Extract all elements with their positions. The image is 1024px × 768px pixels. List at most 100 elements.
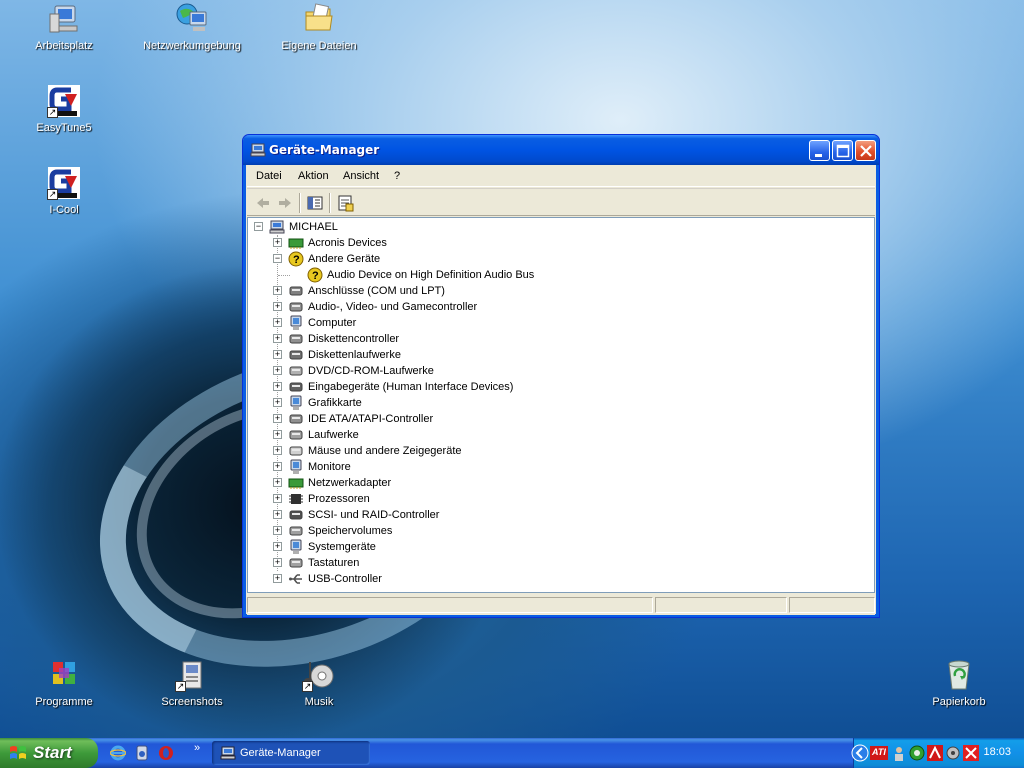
tree-item-label[interactable]: Monitore bbox=[308, 459, 351, 475]
tree-item-label[interactable]: Speichervolumes bbox=[308, 523, 392, 539]
tree-expander[interactable]: + bbox=[273, 398, 282, 407]
tree-item-label[interactable]: Acronis Devices bbox=[308, 235, 387, 251]
avira-icon[interactable] bbox=[963, 745, 979, 761]
tree-item-label[interactable]: Eingabegeräte (Human Interface Devices) bbox=[308, 379, 513, 395]
back-icon bbox=[257, 198, 269, 208]
tree-item-label[interactable]: Grafikkarte bbox=[308, 395, 362, 411]
minimize-button[interactable] bbox=[809, 140, 830, 161]
computer-icon bbox=[269, 219, 285, 235]
display-adapter-icon bbox=[288, 395, 304, 411]
desktop-icon-arbeitsplatz[interactable]: Arbeitsplatz bbox=[9, 2, 119, 53]
tree-item-label[interactable]: Mäuse und andere Zeigegeräte bbox=[308, 443, 462, 459]
properties-button[interactable] bbox=[335, 193, 355, 213]
processor-icon bbox=[288, 491, 304, 507]
taskbar-button-label: Geräte-Manager bbox=[240, 747, 321, 759]
tree-expander[interactable]: − bbox=[273, 254, 282, 263]
antivir-icon[interactable] bbox=[927, 745, 943, 761]
status-panel-3 bbox=[789, 597, 875, 613]
quicklaunch-opera[interactable] bbox=[158, 745, 174, 761]
tree-expander[interactable]: + bbox=[273, 382, 282, 391]
computer-icon bbox=[288, 315, 304, 331]
desktop-icon-papierkorb[interactable]: Papierkorb bbox=[904, 658, 1014, 709]
menu-aktion[interactable]: Aktion bbox=[298, 170, 329, 182]
tree-expander[interactable]: + bbox=[273, 462, 282, 471]
tree-expander[interactable]: + bbox=[273, 494, 282, 503]
keyboard-icon bbox=[288, 555, 304, 571]
maximize-button[interactable] bbox=[832, 140, 853, 161]
menu-ansicht[interactable]: Ansicht bbox=[343, 170, 379, 182]
tree-item-label[interactable]: Diskettenlaufwerke bbox=[308, 347, 401, 363]
speaker-icon[interactable] bbox=[945, 745, 961, 761]
root-collapse-toggle[interactable]: − bbox=[254, 222, 263, 231]
desktop-icon-eigene-dateien[interactable]: Eigene Dateien bbox=[264, 2, 374, 53]
tree-expander[interactable]: + bbox=[273, 318, 282, 327]
tree-expander[interactable]: + bbox=[273, 510, 282, 519]
quicklaunch-overflow[interactable]: » bbox=[194, 742, 200, 754]
programs-folder-icon bbox=[47, 658, 81, 692]
tree-expander[interactable]: + bbox=[273, 542, 282, 551]
floppy-controller-icon bbox=[288, 331, 304, 347]
tree-expander[interactable]: + bbox=[273, 350, 282, 359]
tree-expander[interactable]: + bbox=[273, 478, 282, 487]
quicklaunch-internet-explorer[interactable] bbox=[109, 745, 127, 761]
tree-expander[interactable]: + bbox=[273, 334, 282, 343]
tree-item-label[interactable]: Audio-, Video- und Gamecontroller bbox=[308, 299, 477, 315]
tree-expander[interactable]: + bbox=[273, 286, 282, 295]
desktop-icon-screenshots[interactable]: ↗ Screenshots bbox=[137, 658, 247, 709]
scsi-icon bbox=[288, 507, 304, 523]
tree-expander[interactable]: + bbox=[273, 526, 282, 535]
tree-expander[interactable]: + bbox=[273, 238, 282, 247]
tree-expander[interactable]: + bbox=[273, 574, 282, 583]
ide-controller-icon bbox=[288, 411, 304, 427]
tree-item-label[interactable]: Systemgeräte bbox=[308, 539, 376, 555]
desktop-icon-netzwerkumgebung[interactable]: Netzwerkumgebung bbox=[137, 2, 247, 53]
toolbar-separator bbox=[299, 193, 301, 213]
tree-expander[interactable]: + bbox=[273, 414, 282, 423]
shortcut-arrow-icon: ↗ bbox=[175, 681, 186, 692]
tree-expander[interactable]: + bbox=[273, 430, 282, 439]
tree-item-label[interactable]: Tastaturen bbox=[308, 555, 359, 571]
tree-item-label[interactable]: Prozessoren bbox=[308, 491, 370, 507]
tree-item-label[interactable]: Anschlüsse (COM und LPT) bbox=[308, 283, 445, 299]
tree-item-label[interactable]: USB-Controller bbox=[308, 571, 382, 587]
ati-icon[interactable]: ATI bbox=[870, 745, 888, 761]
clock[interactable]: 18:03 bbox=[983, 746, 1011, 758]
tree-item-label[interactable]: Laufwerke bbox=[308, 427, 359, 443]
tree-item-label[interactable]: IDE ATA/ATAPI-Controller bbox=[308, 411, 433, 427]
tree-item-label[interactable]: Diskettencontroller bbox=[308, 331, 399, 347]
close-button[interactable] bbox=[855, 140, 876, 161]
tree-expander[interactable]: + bbox=[273, 302, 282, 311]
tree-item-label[interactable]: Andere Geräte bbox=[308, 251, 380, 267]
device-manager-window[interactable]: Geräte-Manager Datei Aktion Ansicht ? − … bbox=[242, 134, 880, 618]
tree-expander[interactable]: + bbox=[273, 366, 282, 375]
tree-item-label[interactable]: Netzwerkadapter bbox=[308, 475, 391, 491]
tree-expander[interactable]: + bbox=[273, 446, 282, 455]
system-device-icon bbox=[288, 539, 304, 555]
forward-button[interactable] bbox=[275, 193, 295, 213]
tree-root-label[interactable]: MICHAEL bbox=[289, 219, 338, 235]
shortcut-arrow-icon: ↗ bbox=[302, 681, 313, 692]
desktop-icon-musik[interactable]: ↗ Musik bbox=[264, 658, 374, 709]
tree-expander[interactable]: + bbox=[273, 558, 282, 567]
menu-help[interactable]: ? bbox=[394, 170, 400, 182]
start-button[interactable]: Start bbox=[0, 738, 98, 768]
user-icon[interactable] bbox=[891, 745, 907, 761]
back-button[interactable] bbox=[253, 193, 273, 213]
network-icon[interactable] bbox=[909, 745, 925, 761]
taskbar-button-device-manager[interactable]: Geräte-Manager bbox=[212, 741, 370, 765]
tree-item-label[interactable]: Computer bbox=[308, 315, 356, 331]
desktop-icon-easytune5[interactable]: ↗ EasyTune5 bbox=[9, 84, 119, 135]
title-bar[interactable]: Geräte-Manager bbox=[243, 135, 879, 165]
tree-item-label[interactable]: SCSI- und RAID-Controller bbox=[308, 507, 439, 523]
desktop-icon-programme[interactable]: Programme bbox=[9, 658, 119, 709]
device-tree[interactable]: − MICHAEL + Acronis Devices −? Andere Gerät… bbox=[247, 217, 875, 593]
tree-item-label[interactable]: DVD/CD-ROM-Laufwerke bbox=[308, 363, 434, 379]
collapse-arrow-icon[interactable] bbox=[851, 744, 869, 762]
properties-icon bbox=[338, 195, 354, 212]
menu-datei[interactable]: Datei bbox=[256, 170, 282, 182]
tree-item-label[interactable]: Audio Device on High Definition Audio Bu… bbox=[327, 267, 534, 283]
quicklaunch-windows-media[interactable] bbox=[134, 745, 150, 761]
show-hide-tree-button[interactable] bbox=[305, 193, 325, 213]
desktop-icon-i-cool[interactable]: ↗ I-Cool bbox=[9, 166, 119, 217]
status-panel-2 bbox=[655, 597, 787, 613]
